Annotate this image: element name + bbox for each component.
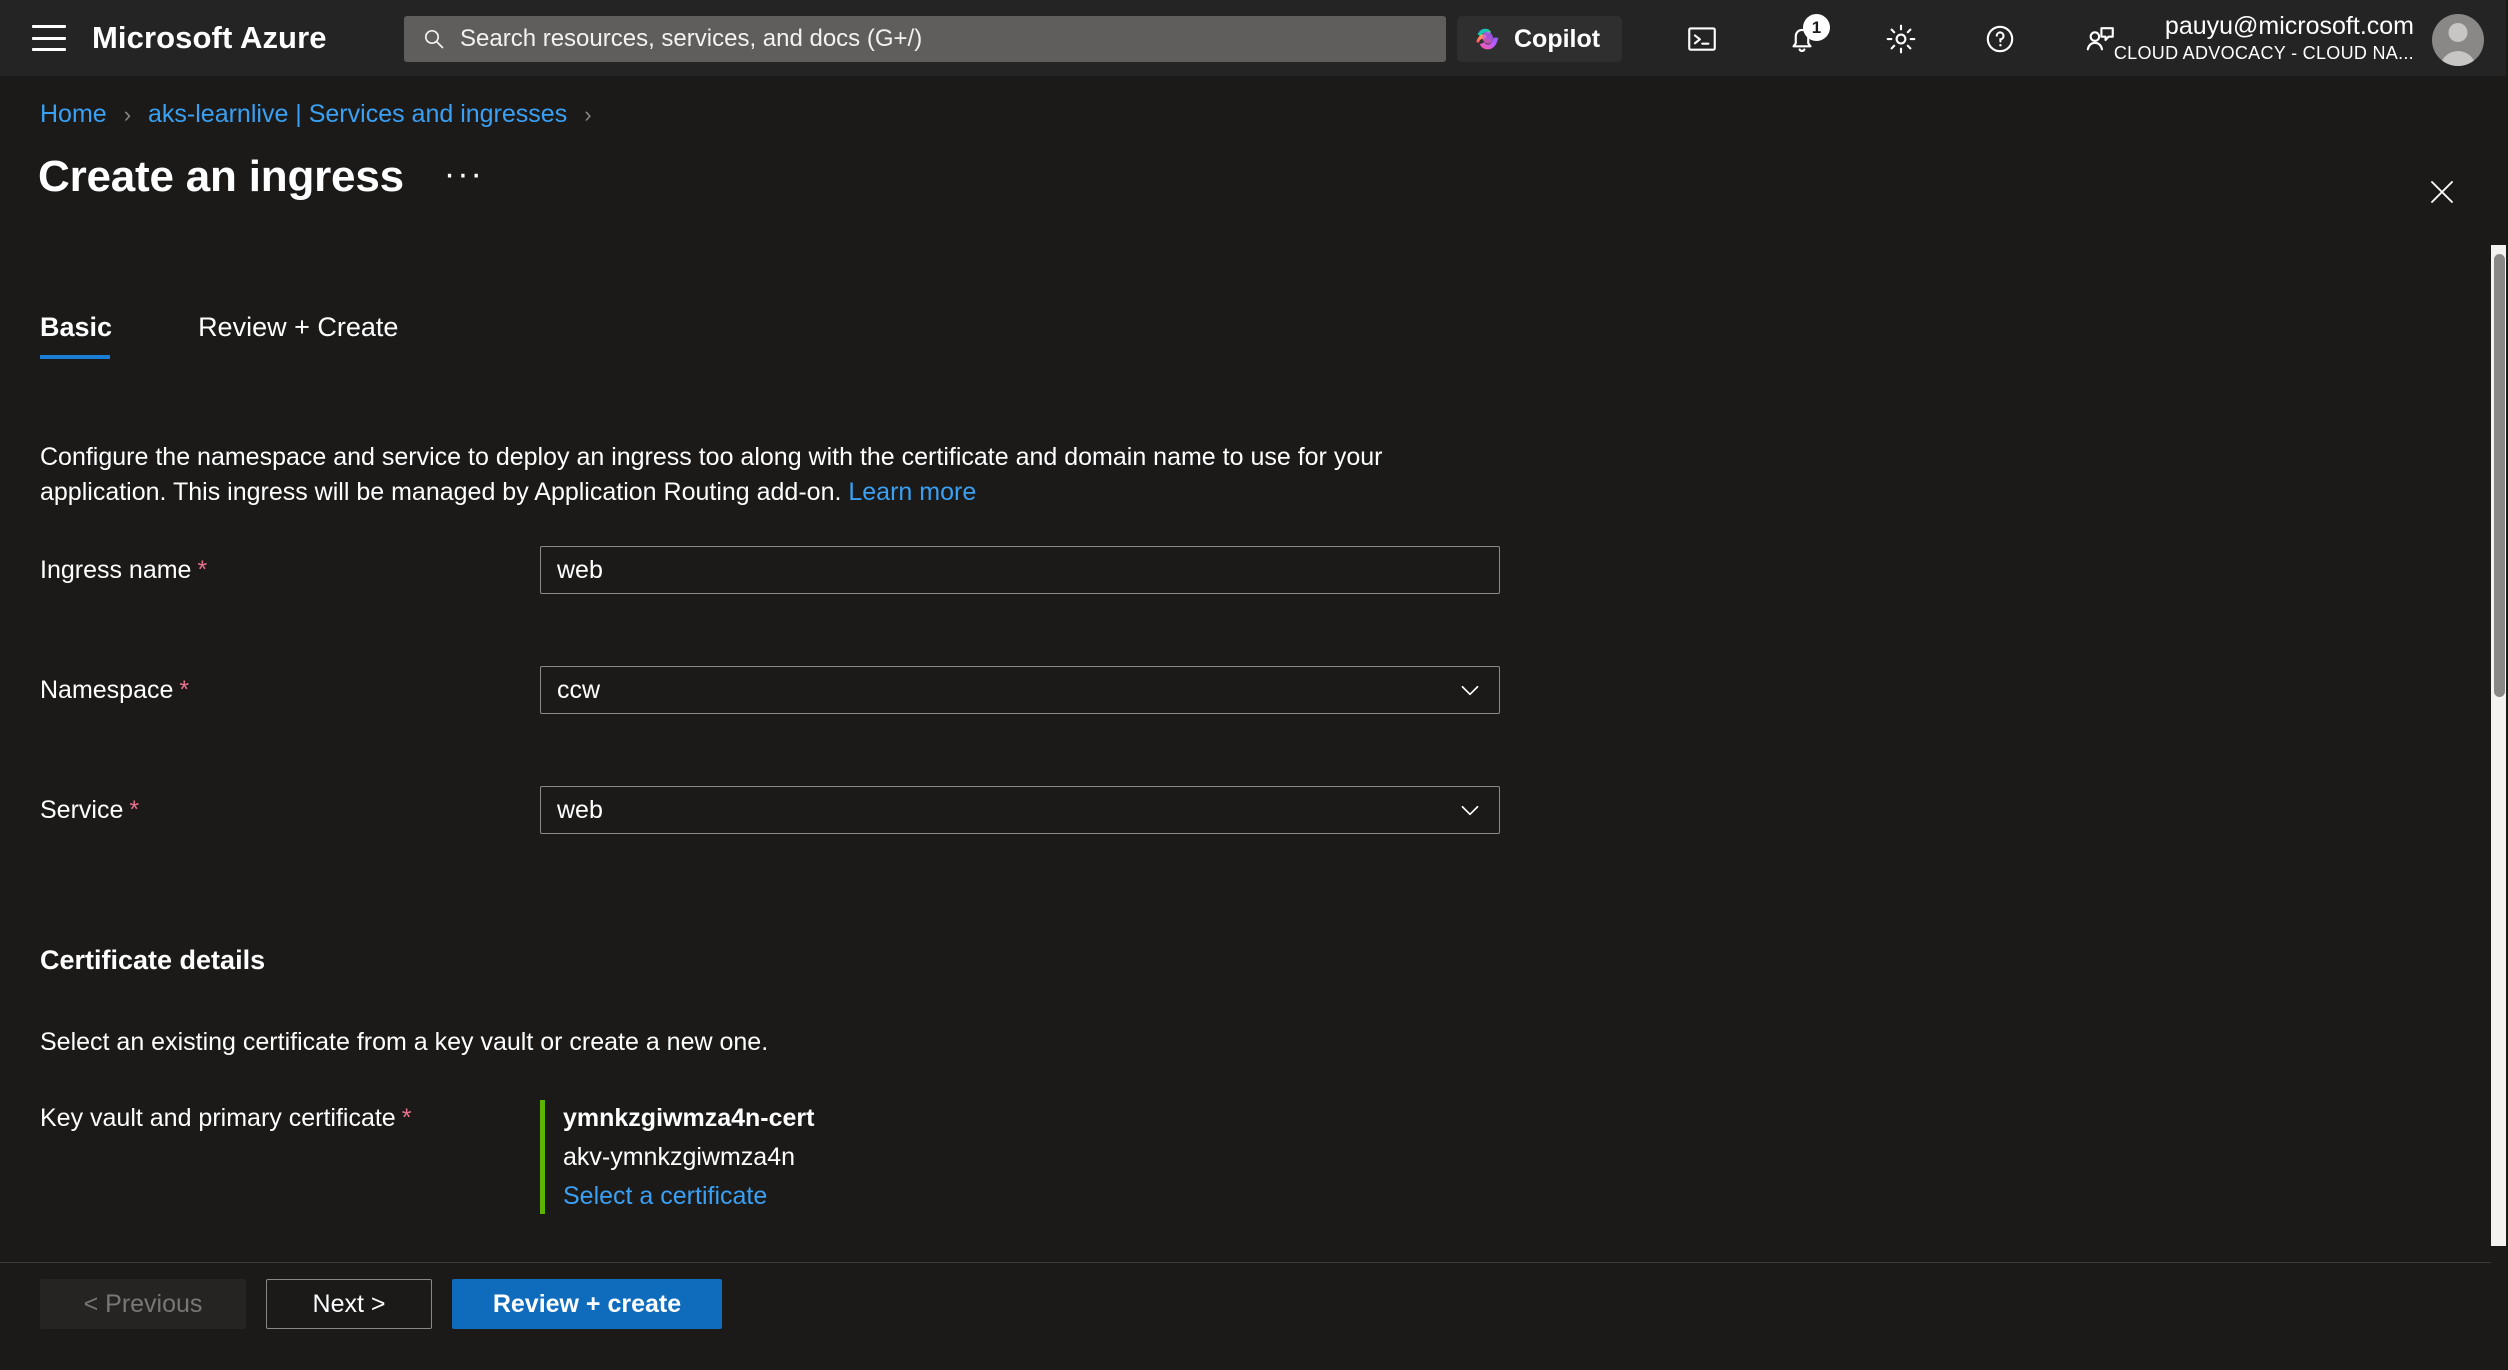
more-options-icon[interactable]: ··· [444,157,484,191]
page-header: Create an ingress ··· [38,152,484,202]
tab-bar: Basic Review + Create [40,312,484,359]
required-indicator: * [129,795,140,824]
copilot-icon [1476,28,1499,50]
help-question-icon[interactable] [1975,14,2025,64]
certificate-name: ymnkzgiwmza4n-cert [563,1104,815,1132]
cloud-shell-icon[interactable] [1677,14,1727,64]
field-label: Service * [40,796,540,825]
previous-button[interactable]: < Previous [40,1279,246,1329]
avatar[interactable] [2432,14,2484,66]
ingress-name-label: Ingress name [40,555,192,584]
azure-brand-title[interactable]: Microsoft Azure [92,20,327,56]
service-label: Service [40,795,124,824]
breadcrumb-separator-icon: › [123,101,132,127]
footer-divider [0,1262,2491,1263]
account-email: pauyu@microsoft.com [2164,12,2414,40]
namespace-value: ccw [557,675,601,704]
vertical-scrollbar-thumb[interactable] [2494,254,2505,697]
account-info[interactable]: pauyu@microsoft.com CLOUD ADVOCACY - CLO… [2114,11,2414,65]
certificate-card: ymnkzgiwmza4n-cert akv-ymnkzgiwmza4n Sel… [540,1100,814,1214]
tab-review-create[interactable]: Review + Create [198,312,398,359]
namespace-dropdown[interactable]: ccw [540,666,1500,714]
copilot-button[interactable]: Copilot [1457,16,1623,62]
copilot-label: Copilot [1514,24,1601,53]
close-icon[interactable] [2420,170,2464,214]
field-label: Ingress name * [40,556,540,585]
field-key-vault-certificate: Key vault and primary certificate * ymnkz… [40,1100,814,1214]
service-value: web [557,795,603,824]
required-indicator: * [179,675,190,704]
breadcrumb: Home › aks-learnlive | Services and ingr… [40,100,609,129]
key-vault-label-text: Key vault and primary certificate [40,1104,396,1132]
page-title: Create an ingress [38,152,404,201]
service-dropdown[interactable]: web [540,786,1500,834]
notification-badge-count: 1 [1803,14,1830,41]
breadcrumb-item-services-and-ingresses[interactable]: aks-learnlive | Services and ingresses [148,100,567,129]
top-navigation-bar: Microsoft Azure Search resources, servic… [0,0,2508,76]
global-search-input[interactable]: Search resources, services, and docs (G+… [404,16,1446,62]
azure-portal-page: Microsoft Azure Search resources, servic… [0,0,2508,1370]
next-button[interactable]: Next > [266,1279,432,1329]
search-placeholder-text: Search resources, services, and docs (G+… [460,25,923,52]
required-indicator: * [197,555,208,584]
field-namespace: Namespace * ccw [40,666,1500,714]
field-ingress-name: Ingress name * web [40,546,1500,594]
notifications-icon[interactable]: 1 [1777,14,1830,64]
required-indicator: * [401,1104,412,1132]
form-description: Configure the namespace and service to d… [40,440,1460,510]
ingress-name-value: web [557,555,603,584]
namespace-label: Namespace [40,675,174,704]
key-vault-name: akv-ymnkzgiwmza4n [563,1143,796,1171]
footer-actions: < Previous Next > Review + create [40,1279,722,1329]
chevron-down-icon [1461,805,1479,816]
select-certificate-link[interactable]: Select a certificate [563,1178,814,1214]
key-vault-label: Key vault and primary certificate * [40,1100,540,1133]
search-icon [424,29,444,49]
ingress-name-input[interactable]: web [540,546,1500,594]
certificate-details-heading: Certificate details [40,945,266,975]
chevron-down-icon [1461,685,1479,696]
learn-more-link[interactable]: Learn more [848,478,976,506]
field-label: Namespace * [40,676,540,705]
review-create-button[interactable]: Review + create [452,1279,722,1329]
certificate-details-subtext: Select an existing certificate from a ke… [40,1028,769,1056]
tab-basic[interactable]: Basic [40,312,112,359]
account-organization: CLOUD ADVOCACY - CLOUD NA... [2113,43,2414,63]
breadcrumb-separator-icon: › [584,101,592,127]
field-service: Service * web [40,786,1500,834]
hamburger-menu-icon[interactable] [32,25,66,51]
settings-gear-icon[interactable] [1876,14,1926,64]
form-description-text: Configure the namespace and service to d… [40,443,1383,506]
breadcrumb-item-home[interactable]: Home [40,100,107,129]
